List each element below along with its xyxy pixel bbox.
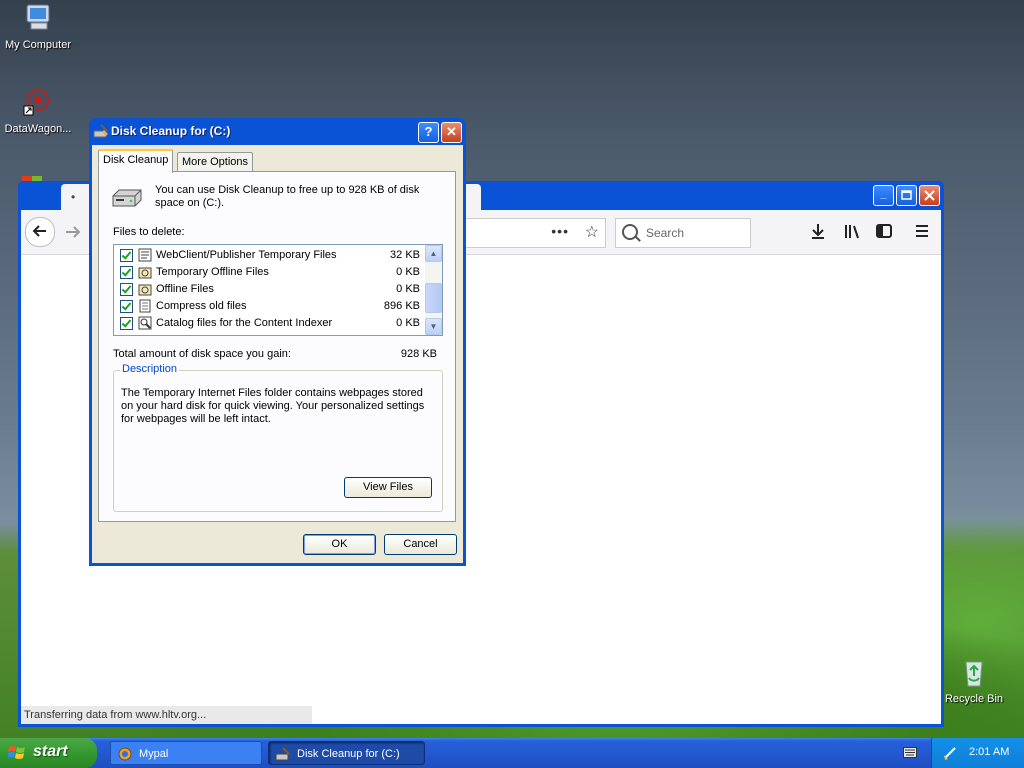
view-files-button[interactable]: View Files [344,477,432,498]
list-item[interactable]: Compress old files 896 KB [114,298,426,315]
disk-cleanup-icon [93,124,108,138]
downloads-icon[interactable] [807,222,829,245]
list-item[interactable]: WebClient/Publisher Temporary Files 32 K… [114,247,426,264]
taskbar-item-mypal[interactable]: Mypal [110,741,262,765]
minimize-button[interactable]: _ [873,185,894,206]
desktop-icon-my-computer[interactable]: My Computer [0,2,76,51]
list-item[interactable]: Catalog files for the Content Indexer 0 … [114,315,426,332]
tab-more-options[interactable]: More Options [177,152,254,171]
search-input[interactable]: Search [615,218,751,248]
file-checkbox[interactable] [120,317,133,330]
file-size: 0 KB [396,283,420,295]
desktop-icon-recycle-bin[interactable]: Recycle Bin [936,656,1012,705]
recycle-bin-icon [965,661,983,687]
total-gain-label: Total amount of disk space you gain: [113,348,291,360]
system-tray: 2:01 AM [931,738,1024,768]
files-list[interactable]: WebClient/Publisher Temporary Files 32 K… [113,244,443,336]
desktop-icon-label: My Computer [4,39,72,51]
bookmark-star-icon[interactable]: ☆ [585,222,599,242]
menu-icon[interactable] [911,222,933,245]
file-checkbox[interactable] [120,249,133,262]
start-button[interactable]: start [0,738,97,768]
ok-button[interactable]: OK [303,534,376,555]
file-checkbox[interactable] [120,283,133,296]
scroll-down-button[interactable]: ▼ [425,318,442,335]
file-name: Temporary Offline Files [156,266,269,278]
file-size: 896 KB [383,300,420,312]
offline-files-icon [138,267,152,279]
sidebar-icon[interactable] [873,222,895,245]
search-placeholder: Search [646,226,685,240]
forward-button[interactable] [63,220,83,244]
desktop-icon-datawagon[interactable]: DataWagon... [0,86,76,135]
maximize-button[interactable] [896,185,917,206]
hard-drive-icon [112,189,142,207]
offline-files-icon [138,284,152,296]
file-checkbox[interactable] [120,300,133,313]
page-actions-icon[interactable]: ••• [551,223,569,239]
datawagon-icon [23,88,50,116]
dialog-title: Disk Cleanup for (C:) [111,124,231,138]
scroll-up-button[interactable]: ▲ [425,245,442,262]
file-name: Catalog files for the Content Indexer [156,317,333,329]
mypal-icon [118,747,132,761]
list-item[interactable]: Offline Files 0 KB [114,281,426,298]
windows-flag-icon [8,746,25,759]
tab-indicator: • [71,190,76,204]
taskbar: start Mypal Disk Cleanup for (C:) 2:01 A… [0,738,1024,768]
clock: 2:01 AM [969,746,1010,758]
close-button[interactable]: ✕ [441,122,462,143]
total-gain-value: 928 KB [400,348,437,360]
list-item[interactable]: Temporary Offline Files 0 KB [114,264,426,281]
close-icon [924,190,935,201]
file-name: Offline Files [156,283,214,295]
description-text: The Temporary Internet Files folder cont… [121,387,425,425]
file-name: WebClient/Publisher Temporary Files [156,249,337,261]
scroll-thumb[interactable] [425,283,442,313]
status-text: Transferring data from www.hltv.org... [21,706,312,724]
desktop-icon-label: Recycle Bin [944,693,1004,705]
file-name: Compress old files [156,300,247,312]
search-icon [622,224,638,240]
intro-text: You can use Disk Cleanup to free up to 9… [155,184,420,209]
back-arrow-icon [32,225,46,237]
help-button[interactable]: ? [418,122,439,143]
description-group: Description The Temporary Internet Files… [113,363,443,512]
task-label: Disk Cleanup for (C:) [297,748,400,760]
url-bar[interactable]: ••• ☆ [461,218,606,248]
catalog-files-icon [138,316,152,330]
back-button[interactable] [25,217,55,247]
keyboard-icon[interactable] [903,747,917,758]
desktop-icon-label: DataWagon... [4,123,72,135]
file-size: 0 KB [396,266,420,278]
file-checkbox[interactable] [120,266,133,279]
start-label: start [33,743,68,760]
file-size: 32 KB [390,249,420,261]
task-label: Mypal [139,748,169,760]
disk-cleanup-tray-icon[interactable] [942,745,958,761]
files-to-delete-label: Files to delete: [113,226,185,238]
my-computer-icon [26,4,50,30]
close-button[interactable] [919,185,940,206]
taskbar-item-disk-cleanup[interactable]: Disk Cleanup for (C:) [268,741,425,765]
library-icon[interactable] [841,222,863,245]
webclient-files-icon [138,248,152,262]
dialog-body: Disk Cleanup More Options You can use Di… [92,145,463,563]
disk-cleanup-icon [275,747,290,761]
disk-cleanup-panel: You can use Disk Cleanup to free up to 9… [98,171,456,522]
forward-arrow-icon [66,226,81,238]
cancel-button[interactable]: Cancel [384,534,457,555]
maximize-icon [901,190,912,200]
disk-cleanup-dialog: Disk Cleanup for (C:) ? ✕ Disk Cleanup M… [89,118,466,566]
compress-files-icon [139,299,151,313]
file-size: 0 KB [396,317,420,329]
list-scrollbar[interactable]: ▲ ▼ [425,245,442,335]
tab-disk-cleanup[interactable]: Disk Cleanup [98,149,174,173]
description-legend: Description [120,363,180,375]
